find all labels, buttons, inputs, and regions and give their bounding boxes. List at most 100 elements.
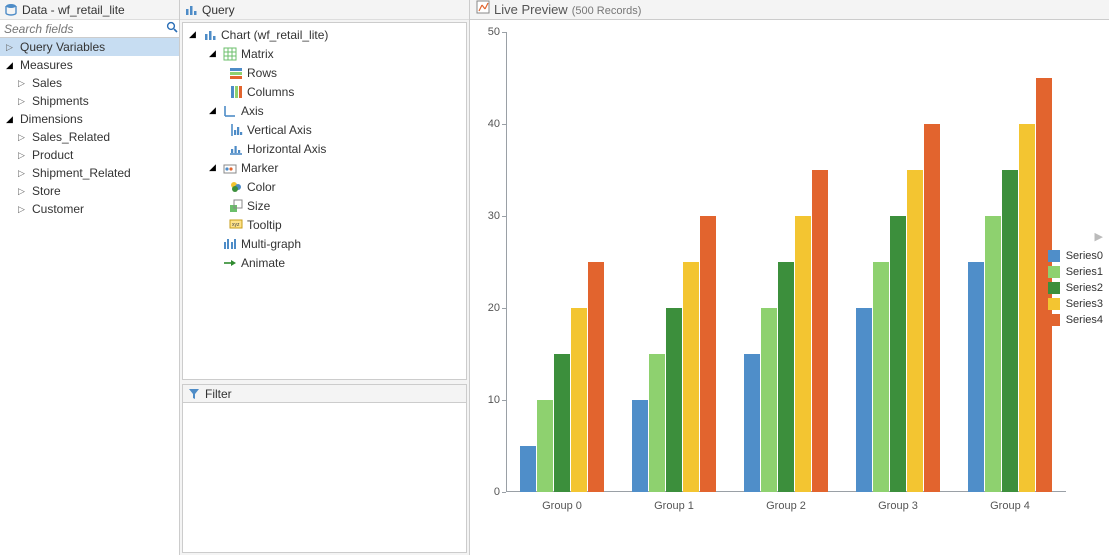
chevron-down-icon: ◢ <box>6 114 16 125</box>
y-axis-tick: 50 <box>488 26 500 38</box>
bar[interactable] <box>795 216 811 492</box>
y-axis-tick: 20 <box>488 302 500 314</box>
tree-label: Dimensions <box>20 112 83 126</box>
y-axis-tick: 10 <box>488 394 500 406</box>
bar[interactable] <box>632 400 648 492</box>
bar[interactable] <box>812 170 828 492</box>
data-tree: ▷ Query Variables ◢ Measures ▷ Sales ▷ S… <box>0 38 179 218</box>
qtree-horizontal-axis[interactable]: Horizontal Axis <box>183 139 466 158</box>
preview-title: Live Preview <box>494 2 568 17</box>
legend-swatch <box>1048 250 1060 262</box>
bar[interactable] <box>985 216 1001 492</box>
multigraph-icon <box>223 237 237 251</box>
legend-item[interactable]: Series0 <box>1048 248 1103 264</box>
legend-item[interactable]: Series2 <box>1048 280 1103 296</box>
qtree-size[interactable]: Size <box>183 196 466 215</box>
x-axis-tick: Group 1 <box>654 500 694 512</box>
bar[interactable] <box>856 308 872 492</box>
bar[interactable] <box>873 262 889 492</box>
chevron-down-icon: ◢ <box>189 29 199 40</box>
qtree-color[interactable]: Color <box>183 177 466 196</box>
size-icon <box>229 199 243 213</box>
bar[interactable] <box>968 262 984 492</box>
bar[interactable] <box>571 308 587 492</box>
tree-label: Shipment_Related <box>32 166 131 180</box>
chart-icon <box>184 3 198 17</box>
bar[interactable] <box>554 354 570 492</box>
bar[interactable] <box>666 308 682 492</box>
qtree-tooltip[interactable]: xyz Tooltip <box>183 215 466 234</box>
tree-item-shipments[interactable]: ▷ Shipments <box>0 92 179 110</box>
chevron-right-icon: ▷ <box>6 42 16 53</box>
chevron-right-icon: ▷ <box>18 96 28 107</box>
qtree-axis[interactable]: ◢ Axis <box>183 101 466 120</box>
x-axis-tick: Group 3 <box>878 500 918 512</box>
qtree-columns[interactable]: Columns <box>183 82 466 101</box>
bar[interactable] <box>1002 170 1018 492</box>
bar[interactable] <box>683 262 699 492</box>
bar[interactable] <box>744 354 760 492</box>
bar[interactable] <box>537 400 553 492</box>
chevron-right-icon: ▷ <box>18 132 28 143</box>
bar[interactable] <box>649 354 665 492</box>
bar[interactable] <box>588 262 604 492</box>
tree-label: Product <box>32 148 73 162</box>
bar[interactable] <box>1019 124 1035 492</box>
filter-panel-header: Filter <box>182 384 467 402</box>
chevron-down-icon: ◢ <box>209 48 219 59</box>
matrix-icon <box>223 47 237 61</box>
animate-icon <box>223 256 237 270</box>
scroll-right-icon[interactable]: ▶ <box>1095 230 1103 243</box>
qtree-chart[interactable]: ◢ Chart (wf_retail_lite) <box>183 25 466 44</box>
bar[interactable] <box>700 216 716 492</box>
qtree-rows[interactable]: Rows <box>183 63 466 82</box>
bar-group <box>968 32 1052 492</box>
bar[interactable] <box>890 216 906 492</box>
legend-item[interactable]: Series3 <box>1048 296 1103 312</box>
tree-item-dimensions[interactable]: ◢ Dimensions <box>0 110 179 128</box>
chevron-right-icon: ▷ <box>18 78 28 89</box>
data-panel-title: Data - wf_retail_lite <box>22 3 125 17</box>
tree-label: Shipments <box>32 94 89 108</box>
tree-item-store[interactable]: ▷ Store <box>0 182 179 200</box>
qtree-label: Color <box>247 180 276 194</box>
qtree-marker[interactable]: ◢ Marker <box>183 158 466 177</box>
bar[interactable] <box>520 446 536 492</box>
filter-panel: Filter <box>182 384 467 553</box>
legend-label: Series2 <box>1066 282 1103 294</box>
chevron-right-icon: ▷ <box>18 150 28 161</box>
search-row <box>0 20 179 38</box>
tree-item-query-variables[interactable]: ▷ Query Variables <box>0 38 179 56</box>
x-axis-tick: Group 2 <box>766 500 806 512</box>
bar[interactable] <box>761 308 777 492</box>
horizontal-axis-icon <box>229 142 243 156</box>
bar[interactable] <box>924 124 940 492</box>
tree-label: Customer <box>32 202 84 216</box>
filter-body[interactable] <box>182 402 467 553</box>
legend-item[interactable]: Series1 <box>1048 264 1103 280</box>
qtree-label: Chart (wf_retail_lite) <box>221 28 328 42</box>
qtree-label: Rows <box>247 66 277 80</box>
y-axis-tick: 0 <box>494 486 500 498</box>
tree-label: Query Variables <box>20 40 105 54</box>
qtree-matrix[interactable]: ◢ Matrix <box>183 44 466 63</box>
tree-item-product[interactable]: ▷ Product <box>0 146 179 164</box>
tree-item-sales[interactable]: ▷ Sales <box>0 74 179 92</box>
tree-item-sales-related[interactable]: ▷ Sales_Related <box>0 128 179 146</box>
search-input[interactable] <box>0 22 165 36</box>
tree-item-measures[interactable]: ◢ Measures <box>0 56 179 74</box>
qtree-label: Horizontal Axis <box>247 142 326 156</box>
bar[interactable] <box>778 262 794 492</box>
legend-item[interactable]: Series4 <box>1048 312 1103 328</box>
bar[interactable] <box>907 170 923 492</box>
preview-panel-header: Live Preview (500 Records) <box>470 0 1109 20</box>
qtree-animate[interactable]: ◢ Animate <box>183 253 466 272</box>
query-panel-header: Query <box>180 0 469 20</box>
tree-item-customer[interactable]: ▷ Customer <box>0 200 179 218</box>
legend-label: Series3 <box>1066 298 1103 310</box>
search-icon[interactable] <box>165 21 179 36</box>
chart-area: 01020304050 Group 0Group 1Group 2Group 3… <box>506 32 1066 512</box>
qtree-multigraph[interactable]: ◢ Multi-graph <box>183 234 466 253</box>
qtree-vertical-axis[interactable]: Vertical Axis <box>183 120 466 139</box>
tree-item-shipment-related[interactable]: ▷ Shipment_Related <box>0 164 179 182</box>
